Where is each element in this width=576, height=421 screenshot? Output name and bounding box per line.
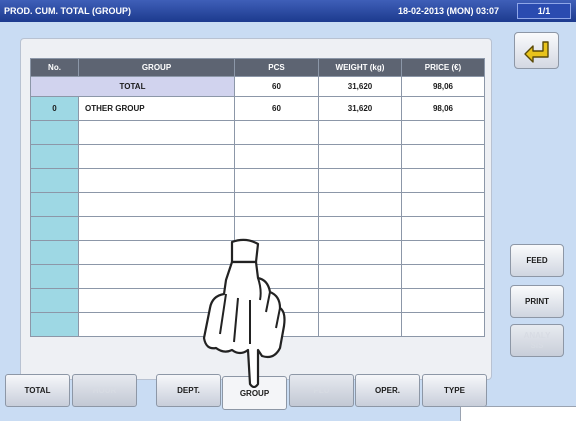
- feed-button[interactable]: FEED: [510, 244, 564, 277]
- back-button[interactable]: [514, 32, 559, 69]
- row-group: [78, 168, 235, 193]
- title-bar: PROD. CUM. TOTAL (GROUP) 18-02-2013 (MON…: [0, 0, 576, 22]
- tab-total[interactable]: TOTAL: [5, 374, 70, 407]
- row-price: [401, 168, 485, 193]
- status-frame: [460, 406, 576, 421]
- row-weight: [318, 144, 402, 169]
- tab-oper[interactable]: OPER.: [355, 374, 420, 407]
- row-price: [401, 216, 485, 241]
- row-pcs: 60: [234, 96, 319, 121]
- row-price: [401, 192, 485, 217]
- row-price: [401, 240, 485, 265]
- row-no: [30, 168, 79, 193]
- analysis-button[interactable]: ANALY SIS: [510, 324, 564, 357]
- row-no: [30, 264, 79, 289]
- screen-title: PROD. CUM. TOTAL (GROUP): [4, 6, 131, 16]
- row-group: [78, 120, 235, 145]
- table-row[interactable]: [30, 120, 485, 145]
- row-pcs: [234, 216, 319, 241]
- table-row[interactable]: [30, 192, 485, 217]
- tab-hour[interactable]: HOUR: [72, 374, 137, 407]
- screen-area: No. GROUP PCS WEIGHT (kg) PRICE (€) TOTA…: [0, 22, 576, 421]
- row-price: [401, 144, 485, 169]
- page-indicator: 1/1: [517, 3, 571, 19]
- header-group: GROUP: [78, 58, 235, 77]
- row-group: [78, 216, 235, 241]
- row-group: [78, 192, 235, 217]
- row-no: [30, 120, 79, 145]
- row-no: [30, 216, 79, 241]
- table-row[interactable]: [30, 144, 485, 169]
- row-weight: [318, 168, 402, 193]
- row-weight: [318, 192, 402, 217]
- row-no: [30, 192, 79, 217]
- row-price: [401, 120, 485, 145]
- row-price: [401, 312, 485, 337]
- table-row[interactable]: [30, 216, 485, 241]
- row-weight: [318, 216, 402, 241]
- row-no: 0: [30, 96, 79, 121]
- row-no: [30, 312, 79, 337]
- return-arrow-icon: [524, 41, 549, 63]
- row-pcs: [234, 144, 319, 169]
- total-weight: 31,620: [318, 76, 402, 97]
- row-pcs: [234, 192, 319, 217]
- row-weight: [318, 264, 402, 289]
- table-header-row: No. GROUP PCS WEIGHT (kg) PRICE (€): [30, 58, 485, 77]
- table-row[interactable]: 0 OTHER GROUP 60 31,620 98,06: [30, 96, 485, 121]
- row-no: [30, 144, 79, 169]
- header-pcs: PCS: [234, 58, 319, 77]
- row-weight: [318, 288, 402, 313]
- row-weight: 31,620: [318, 96, 402, 121]
- print-button[interactable]: PRINT: [510, 285, 564, 318]
- pointing-hand-icon: [202, 238, 286, 388]
- row-weight: [318, 120, 402, 145]
- row-group: [78, 144, 235, 169]
- row-price: [401, 288, 485, 313]
- row-weight: [318, 312, 402, 337]
- date-time: 18-02-2013 (MON) 03:07: [398, 6, 500, 16]
- total-pcs: 60: [234, 76, 319, 97]
- row-price: 98,06: [401, 96, 485, 121]
- row-weight: [318, 240, 402, 265]
- row-no: [30, 240, 79, 265]
- total-row: TOTAL 60 31,620 98,06: [30, 76, 485, 97]
- header-no: No.: [30, 58, 79, 77]
- row-price: [401, 264, 485, 289]
- tab-plu[interactable]: PLU: [289, 374, 354, 407]
- tab-type[interactable]: TYPE: [422, 374, 487, 407]
- row-group: OTHER GROUP: [78, 96, 235, 121]
- row-pcs: [234, 120, 319, 145]
- total-label: TOTAL: [30, 76, 235, 97]
- row-no: [30, 288, 79, 313]
- header-weight: WEIGHT (kg): [318, 58, 402, 77]
- total-price: 98,06: [401, 76, 485, 97]
- table-row[interactable]: [30, 168, 485, 193]
- header-price: PRICE (€): [401, 58, 485, 77]
- row-pcs: [234, 168, 319, 193]
